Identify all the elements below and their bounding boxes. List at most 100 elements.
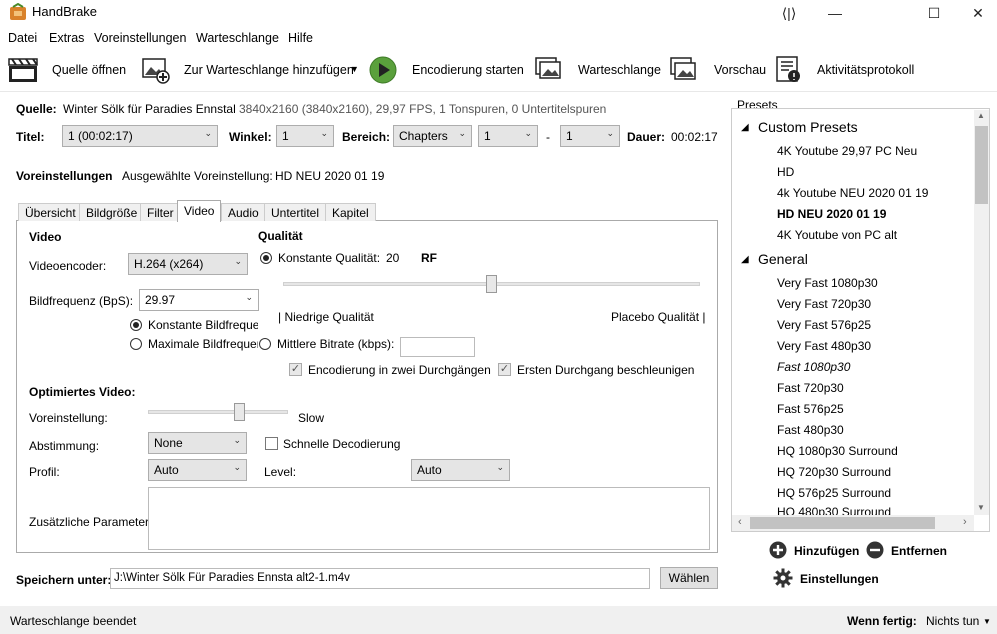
tune-dropdown[interactable]: None ⌄: [148, 432, 247, 454]
average-bitrate-radio[interactable]: [259, 338, 271, 350]
collapse-arrow-icon[interactable]: ◢: [741, 254, 749, 265]
tab-video[interactable]: Video: [177, 200, 222, 222]
scroll-right-icon[interactable]: ›: [963, 516, 967, 528]
preset-item-clipped[interactable]: HQ 480p30 Surround: [777, 505, 891, 515]
minimize-button[interactable]: —: [812, 0, 858, 26]
when-done-label: Wenn fertig:: [847, 614, 917, 628]
preset-item-default[interactable]: Fast 1080p30: [777, 360, 850, 374]
profile-dropdown[interactable]: Auto ⌄: [148, 459, 247, 481]
preset-group-custom[interactable]: Custom Presets: [758, 119, 858, 135]
range-type-dropdown[interactable]: Chapters ⌄: [393, 125, 472, 147]
snap-layout-button[interactable]: ⟨|⟩: [766, 0, 812, 26]
tab-audio[interactable]: Audio: [221, 203, 266, 221]
preset-item[interactable]: HQ 576p25 Surround: [777, 486, 891, 500]
remove-preset-button[interactable]: Entfernen: [891, 544, 947, 558]
browse-button[interactable]: Wählen: [660, 567, 718, 589]
title-label: Titel:: [16, 130, 45, 144]
scroll-down-icon[interactable]: ▼: [977, 503, 985, 512]
collapse-arrow-icon[interactable]: ◢: [741, 122, 749, 133]
tab-uebersicht[interactable]: Übersicht: [18, 203, 83, 221]
preset-item[interactable]: Very Fast 576p25: [777, 318, 871, 332]
constant-framerate-radio[interactable]: [130, 319, 142, 331]
preset-item[interactable]: 4k Youtube NEU 2020 01 19: [777, 186, 928, 200]
preset-item[interactable]: HD: [777, 165, 794, 179]
preset-item[interactable]: HQ 1080p30 Surround: [777, 444, 898, 458]
title-value: 1 (00:02:17): [68, 129, 133, 143]
preset-item[interactable]: HQ 720p30 Surround: [777, 465, 891, 479]
preset-item[interactable]: Very Fast 1080p30: [777, 276, 878, 290]
preset-item[interactable]: Fast 720p30: [777, 381, 844, 395]
when-done-dropdown[interactable]: Nichts tun: [926, 614, 979, 628]
two-pass-checkbox[interactable]: ✓: [289, 363, 302, 376]
maximize-button[interactable]: ☐: [911, 0, 957, 26]
encoder-preset-label: Voreinstellung:: [29, 411, 108, 425]
menu-extras[interactable]: Extras: [49, 31, 84, 45]
source-info: 3840x2160 (3840x2160), 29,97 FPS, 1 Tons…: [239, 102, 607, 116]
quality-section-title: Qualität: [258, 229, 303, 243]
fast-decode-checkbox[interactable]: [265, 437, 278, 450]
constant-quality-radio[interactable]: [260, 252, 272, 264]
presets-section-label: Voreinstellungen: [16, 169, 113, 183]
preset-item[interactable]: Fast 576p25: [777, 402, 844, 416]
activity-log-icon[interactable]: [773, 55, 803, 85]
tab-kapitel[interactable]: Kapitel: [325, 203, 376, 221]
chevron-down-icon[interactable]: ▼: [983, 617, 991, 626]
menu-warteschlange[interactable]: Warteschlange: [196, 31, 279, 45]
preset-group-general[interactable]: General: [758, 251, 808, 267]
play-start-icon[interactable]: [368, 55, 398, 85]
tab-bildgroesse[interactable]: Bildgröße: [79, 203, 145, 221]
add-to-queue-icon[interactable]: [141, 55, 171, 85]
film-clapper-icon[interactable]: [8, 55, 38, 85]
video-encoder-dropdown[interactable]: H.264 (x264) ⌄: [128, 253, 248, 275]
level-value: Auto: [417, 463, 442, 477]
fast-decode-label: Schnelle Decodierung: [283, 437, 401, 451]
menu-voreinstellungen[interactable]: Voreinstellungen: [94, 31, 186, 45]
start-encode-button[interactable]: Encodierung starten: [412, 63, 524, 77]
range-to-dropdown[interactable]: 1 ⌄: [560, 125, 620, 147]
gear-icon[interactable]: [773, 568, 793, 588]
preset-item-selected[interactable]: HD NEU 2020 01 19: [777, 207, 886, 221]
preview-button[interactable]: Vorschau: [714, 63, 766, 77]
quality-low-label: | Niedrige Qualität: [278, 310, 374, 324]
average-bitrate-input[interactable]: [400, 337, 475, 357]
preview-icon[interactable]: [669, 55, 699, 85]
menu-datei[interactable]: Datei: [8, 31, 37, 45]
angle-dropdown[interactable]: 1 ⌄: [276, 125, 334, 147]
add-preset-button[interactable]: Hinzufügen: [794, 544, 859, 558]
extra-options-textarea[interactable]: [148, 487, 710, 550]
scroll-up-icon[interactable]: ▲: [977, 111, 985, 120]
queue-icon[interactable]: [534, 55, 564, 85]
destination-path-input[interactable]: J:\Winter Sölk Für Paradies Ennsta alt2-…: [110, 568, 650, 589]
close-button[interactable]: ✕: [955, 0, 997, 26]
menu-hilfe[interactable]: Hilfe: [288, 31, 313, 45]
encoder-preset-slider-track[interactable]: [148, 410, 288, 414]
preset-item[interactable]: Very Fast 480p30: [777, 339, 871, 353]
range-from-dropdown[interactable]: 1 ⌄: [478, 125, 538, 147]
preset-item[interactable]: Very Fast 720p30: [777, 297, 871, 311]
encoder-preset-slider-thumb[interactable]: [234, 403, 246, 421]
turbo-first-pass-checkbox[interactable]: ✓: [498, 363, 511, 376]
remove-circle-icon[interactable]: [866, 541, 884, 559]
level-label: Level:: [264, 465, 297, 479]
peak-framerate-radio[interactable]: [130, 338, 142, 350]
tab-filter[interactable]: Filter: [140, 203, 181, 221]
open-source-button[interactable]: Quelle öffnen: [52, 63, 126, 77]
queue-button[interactable]: Warteschlange: [578, 63, 661, 77]
title-dropdown[interactable]: 1 (00:02:17) ⌄: [62, 125, 218, 147]
framerate-dropdown[interactable]: 29.97 ⌄: [139, 289, 259, 311]
scroll-left-icon[interactable]: ‹: [738, 516, 742, 528]
quality-slider-thumb[interactable]: [485, 275, 497, 293]
activity-log-button[interactable]: Aktivitätsprotokoll: [817, 63, 914, 77]
add-to-queue-button[interactable]: Zur Warteschlange hinzufügen: [184, 63, 354, 77]
level-dropdown[interactable]: Auto ⌄: [411, 459, 510, 481]
presets-hscroll-thumb[interactable]: [750, 517, 935, 529]
add-circle-icon[interactable]: [769, 541, 787, 559]
preset-item[interactable]: 4K Youtube von PC alt: [777, 228, 897, 242]
preset-settings-button[interactable]: Einstellungen: [800, 572, 879, 586]
tab-untertitel[interactable]: Untertitel: [264, 203, 327, 221]
preset-item[interactable]: Fast 480p30: [777, 423, 844, 437]
presets-scrollbar-thumb[interactable]: [975, 126, 988, 204]
chevron-down-icon: ⌄: [233, 435, 241, 445]
add-queue-dropdown-icon[interactable]: ▼: [350, 64, 359, 74]
preset-item[interactable]: 4K Youtube 29,97 PC Neu: [777, 144, 917, 158]
